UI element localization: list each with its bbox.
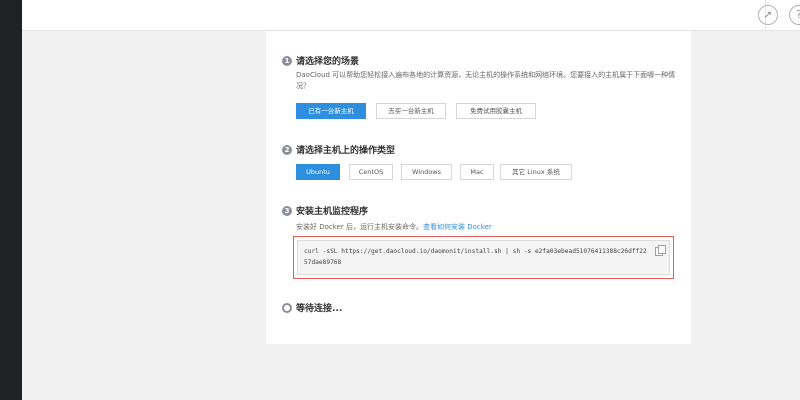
step-1-number: 1	[282, 56, 292, 66]
step-1-title: 请选择您的场景	[296, 57, 360, 67]
left-sidebar	[0, 0, 22, 400]
step-3-number: 3	[282, 206, 292, 216]
option-buy-host-button[interactable]: 去买一台新主机	[376, 103, 446, 119]
os-mac-button[interactable]: Mac	[460, 164, 494, 180]
step-2-number: 2	[282, 145, 292, 155]
os-windows-button[interactable]: Windows	[401, 164, 452, 180]
install-command-highlight: curl -sSL https://get.daocloud.io/daomon…	[293, 236, 674, 279]
install-command-text[interactable]: curl -sSL https://get.daocloud.io/daomon…	[304, 246, 649, 268]
top-bar	[22, 0, 800, 31]
option-free-trial-button[interactable]: 免费试用胶囊主机	[456, 103, 536, 119]
install-command-box[interactable]: curl -sSL https://get.daocloud.io/daomon…	[297, 240, 670, 275]
option-existing-host-button[interactable]: 已有一台新主机	[296, 103, 366, 119]
host-setup-card: 1 请选择您的场景 DaoCloud 可以帮助您轻松接入遍布各地的计算资源，无论…	[266, 31, 691, 344]
step-2-title: 请选择主机上的操作类型	[296, 146, 396, 156]
os-other-linux-button[interactable]: 其它 Linux 系统	[500, 164, 572, 180]
os-ubuntu-button[interactable]: Ubuntu	[296, 164, 340, 180]
step-3-description-text: 安装好 Docker 后，运行主机安装命令。	[296, 223, 423, 231]
step-1-description: DaoCloud 可以帮助您轻松接入遍布各地的计算资源，无论主机的操作系统和网络…	[296, 71, 676, 90]
waiting-icon	[282, 303, 292, 313]
os-centos-button[interactable]: CentOS	[349, 164, 393, 180]
docker-install-link[interactable]: 查看如何安装 Docker	[423, 223, 492, 231]
step-4-title: 等待连接...	[296, 304, 343, 314]
step-3-description: 安装好 Docker 后，运行主机安装命令。查看如何安装 Docker	[296, 222, 676, 233]
rocket-icon[interactable]: ➚	[758, 5, 778, 25]
copy-icon[interactable]	[655, 245, 666, 256]
step-3-title: 安装主机监控程序	[296, 207, 369, 217]
